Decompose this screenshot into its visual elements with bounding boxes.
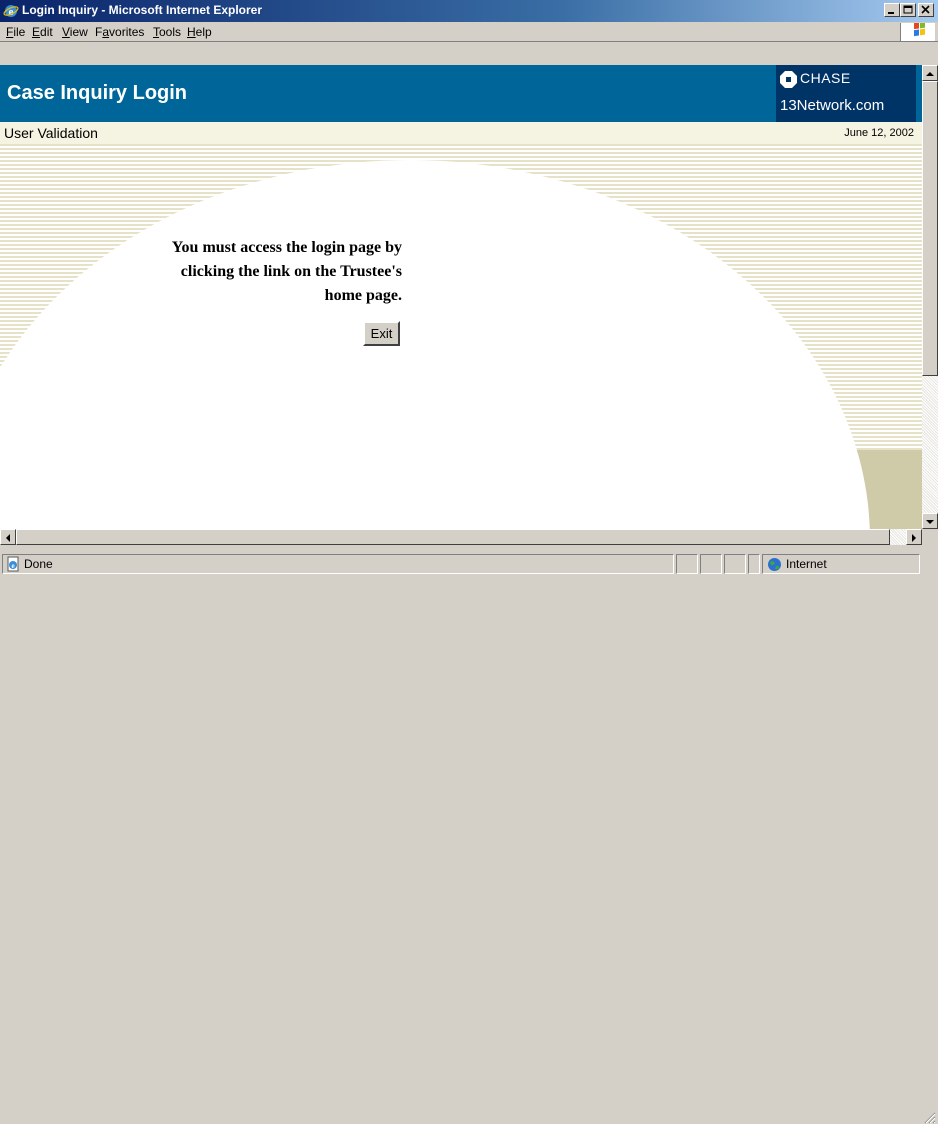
close-icon: [921, 5, 930, 14]
subheader-bar: User Validation June 12, 2002: [0, 122, 922, 144]
maximize-button[interactable]: [900, 3, 916, 17]
message-line: clicking the link on the Trustee's: [180, 263, 402, 280]
date-label: June 12, 2002: [844, 127, 914, 139]
resize-grip-icon[interactable]: [924, 1112, 936, 1124]
page-done-icon: e: [7, 556, 19, 572]
status-pane: [724, 554, 746, 574]
windows-logo: [900, 21, 935, 41]
arrow-left-icon: [6, 534, 10, 542]
svg-text:e: e: [11, 562, 14, 570]
page-title: Case Inquiry Login: [7, 82, 188, 104]
status-text: Done: [24, 557, 53, 571]
status-pane: [676, 554, 698, 574]
scroll-up-button[interactable]: [922, 65, 938, 81]
ie-icon: e: [3, 5, 19, 18]
scroll-corner: [922, 529, 938, 545]
message-line: home page.: [324, 287, 402, 304]
minimize-icon: [888, 12, 894, 14]
brand-name: CHASE: [800, 70, 851, 86]
internet-globe-icon: [768, 558, 781, 571]
menu-file[interactable]: File: [6, 25, 25, 39]
windows-flag-icon: [914, 21, 925, 37]
vertical-scroll-thumb[interactable]: [922, 81, 938, 376]
status-pane: [700, 554, 722, 574]
menu-help[interactable]: Help: [187, 25, 212, 39]
vertical-scrollbar[interactable]: [922, 65, 938, 529]
scroll-right-button[interactable]: [906, 529, 922, 545]
close-button[interactable]: [918, 3, 934, 17]
title-bar[interactable]: e Login Inquiry - Microsoft Internet Exp…: [0, 0, 938, 22]
menu-view[interactable]: View: [62, 25, 88, 39]
menu-bar: File Edit View Favorites Tools Help: [0, 21, 938, 42]
chase-brand: CHASE 13Network.com: [776, 65, 916, 122]
message-line: You must access the login page by: [171, 239, 402, 256]
arrow-right-icon: [912, 534, 916, 542]
status-pane: [748, 554, 760, 574]
status-bar: e Done Internet: [0, 546, 938, 1124]
brand-site: 13Network.com: [780, 97, 885, 114]
security-zone-label: Internet: [786, 557, 827, 571]
horizontal-scrollbar[interactable]: [0, 529, 922, 545]
maximize-icon: [903, 5, 913, 14]
arrow-down-icon: [926, 520, 934, 524]
scroll-left-button[interactable]: [0, 529, 16, 545]
status-pane-main: [2, 554, 674, 574]
minimize-button[interactable]: [884, 3, 900, 17]
menu-tools[interactable]: Tools: [153, 25, 181, 39]
subheader-label: User Validation: [4, 125, 98, 141]
menu-edit[interactable]: Edit: [32, 25, 53, 39]
header-banner: Case Inquiry Login CHASE 13Network.com: [0, 65, 922, 122]
access-message: You must access the login page by clicki…: [108, 236, 402, 308]
exit-button[interactable]: Exit: [363, 321, 400, 346]
menu-favorites[interactable]: Favorites: [95, 25, 144, 39]
page-viewport: Case Inquiry Login CHASE 13Network.com U…: [0, 65, 922, 529]
horizontal-scroll-thumb[interactable]: [16, 529, 890, 545]
window-title: Login Inquiry - Microsoft Internet Explo…: [22, 3, 263, 17]
scroll-down-button[interactable]: [922, 513, 938, 529]
arrow-up-icon: [926, 72, 934, 76]
browser-window: e Login Inquiry - Microsoft Internet Exp…: [0, 0, 938, 1124]
chase-octagon-icon: [780, 71, 797, 88]
